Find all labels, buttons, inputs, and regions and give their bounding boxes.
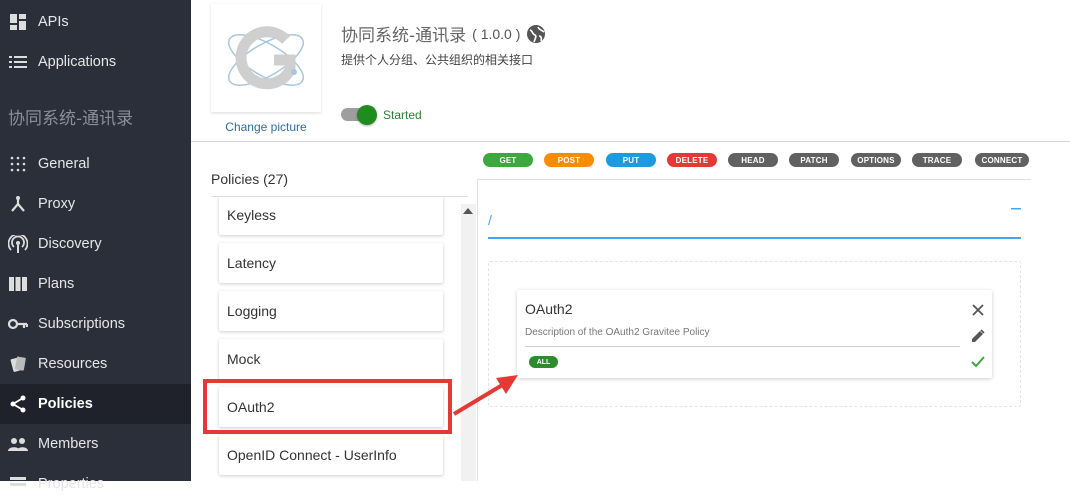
- method-post-badge[interactable]: POST: [544, 153, 594, 167]
- sidebar-item-subscriptions[interactable]: Subscriptions: [0, 304, 191, 344]
- share-icon: [8, 394, 28, 414]
- gravitee-logo-icon: [228, 26, 304, 90]
- sidebar-item-label: APIs: [38, 14, 69, 30]
- method-head-badge[interactable]: HEAD: [728, 153, 778, 167]
- list-icon: [8, 52, 28, 72]
- sidebar-item-proxy[interactable]: Proxy: [0, 184, 191, 224]
- policies-title: Policies (27): [211, 171, 289, 187]
- policy-item-openid-connect-userinfo[interactable]: OpenID Connect - UserInfo: [219, 435, 443, 475]
- sidebar-item-general[interactable]: General: [0, 144, 191, 184]
- toggle-knob: [357, 105, 377, 125]
- http-method-filters: GET POST PUT DELETE HEAD PATCH OPTIONS T…: [483, 153, 1043, 167]
- fork-icon: [8, 194, 28, 214]
- close-icon[interactable]: [970, 302, 986, 318]
- edit-icon[interactable]: [970, 328, 986, 344]
- scroll-up-arrow-icon[interactable]: [463, 208, 473, 214]
- divider: [525, 346, 960, 347]
- dashboard-icon: [8, 12, 28, 32]
- policy-card-description: Description of the OAuth2 Gravitee Polic…: [525, 327, 710, 338]
- policy-card-title: OAuth2: [525, 301, 573, 317]
- method-options-badge[interactable]: OPTIONS: [851, 153, 901, 167]
- sidebar-item-label: General: [38, 156, 90, 172]
- arrow-annotation-icon: [452, 375, 518, 416]
- sidebar-item-label: Plans: [38, 276, 75, 292]
- sidebar-item-label: Applications: [38, 54, 117, 70]
- sidebar-item-members[interactable]: Members: [0, 424, 191, 464]
- sidebar-item-label: Subscriptions: [38, 316, 126, 332]
- cards-icon: [8, 354, 28, 374]
- policy-list: Keyless Latency Logging Mock OAuth2 Open…: [211, 197, 457, 481]
- sidebar-item-label: Discovery: [38, 236, 102, 252]
- method-delete-badge[interactable]: DELETE: [667, 153, 717, 167]
- api-status-toggle[interactable]: [341, 105, 377, 125]
- api-name: 协同系统-通讯录: [341, 26, 467, 46]
- path-input[interactable]: [488, 203, 1021, 239]
- divider: [477, 179, 1031, 180]
- method-put-badge[interactable]: PUT: [606, 153, 656, 167]
- policy-item-logging[interactable]: Logging: [219, 291, 443, 331]
- people-icon: [8, 434, 28, 454]
- api-status-label: Started: [383, 108, 422, 122]
- policy-item-latency[interactable]: Latency: [219, 243, 443, 283]
- dots-grid-icon: [8, 154, 28, 174]
- sidebar-item-plans[interactable]: Plans: [0, 264, 191, 304]
- scope-badge: ALL: [529, 356, 558, 368]
- globe-icon[interactable]: [526, 24, 546, 44]
- api-description: 提供个人分组、公共组织的相关接口: [341, 53, 534, 67]
- api-logo[interactable]: [211, 4, 321, 112]
- sidebar-item-label: Members: [38, 436, 99, 452]
- key-icon: [8, 314, 28, 334]
- sidebar-item-properties[interactable]: Properties: [0, 464, 191, 504]
- sidebar: APIs Applications 协同系统-通讯录 General Proxy…: [0, 0, 191, 492]
- policy-card[interactable]: OAuth2 Description of the OAuth2 Gravite…: [517, 290, 992, 378]
- api-header: Change picture 协同系统-通讯录 ( 1.0.0 ) 提供个人分组…: [191, 0, 1070, 142]
- api-version: ( 1.0.0 ): [472, 25, 521, 42]
- sidebar-item-policies[interactable]: Policies: [0, 384, 191, 424]
- broadcast-icon: [8, 234, 28, 254]
- sidebar-item-resources[interactable]: Resources: [0, 344, 191, 384]
- columns-icon: [8, 274, 28, 294]
- policy-item-keyless[interactable]: Keyless: [219, 197, 443, 235]
- method-connect-badge[interactable]: CONNECT: [975, 153, 1029, 167]
- sidebar-item-label: Properties: [38, 476, 105, 492]
- check-icon[interactable]: [970, 354, 986, 370]
- method-patch-badge[interactable]: PATCH: [789, 153, 839, 167]
- sidebar-item-label: Proxy: [38, 196, 76, 212]
- sidebar-item-applications[interactable]: Applications: [0, 42, 191, 82]
- method-get-badge[interactable]: GET: [483, 153, 533, 167]
- policy-item-mock[interactable]: Mock: [219, 339, 443, 379]
- page-title: 协同系统-通讯录 ( 1.0.0 ): [341, 21, 546, 46]
- method-trace-badge[interactable]: TRACE: [912, 153, 962, 167]
- sidebar-item-discovery[interactable]: Discovery: [0, 224, 191, 264]
- sidebar-item-label: Resources: [38, 356, 108, 372]
- highlight-box: [203, 379, 452, 434]
- sidebar-item-label: Policies: [38, 396, 93, 412]
- api-section-title: 协同系统-通讯录: [8, 109, 134, 129]
- divider: [477, 180, 478, 481]
- collapse-icon[interactable]: [1010, 200, 1024, 218]
- properties-icon: [8, 474, 28, 494]
- scrollbar[interactable]: [461, 204, 476, 481]
- change-picture-link[interactable]: Change picture: [211, 120, 321, 134]
- sidebar-item-apis[interactable]: APIs: [0, 2, 191, 42]
